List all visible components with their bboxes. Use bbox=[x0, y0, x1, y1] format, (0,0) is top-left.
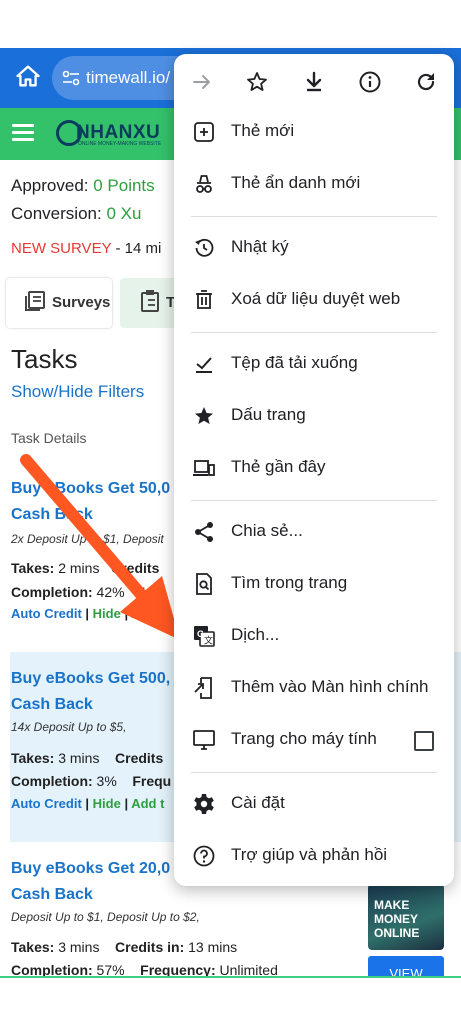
recent-tabs-icon bbox=[193, 460, 215, 476]
menu-item-desktop-site[interactable]: Trang cho máy tính bbox=[174, 716, 454, 764]
menu-item-translate[interactable]: G文 Dịch... bbox=[174, 612, 454, 660]
task-title[interactable]: Buy eBooks Get 50,0 bbox=[11, 480, 170, 498]
desktop-icon bbox=[193, 730, 215, 750]
help-icon bbox=[193, 845, 215, 867]
home-icon[interactable] bbox=[14, 62, 42, 90]
site-settings-icon[interactable] bbox=[62, 70, 80, 86]
translate-icon: G文 bbox=[194, 626, 215, 647]
site-logo[interactable]: NHANXU ONLINE MONEY-MAKING WEBSITE bbox=[56, 120, 176, 150]
svg-text:G: G bbox=[197, 629, 204, 639]
new-survey-row[interactable]: NEW SURVEY - 14 mi bbox=[11, 240, 161, 257]
task-details-header: Task Details bbox=[11, 430, 87, 446]
task-completion: Completion: 42% Fre bbox=[11, 584, 159, 600]
menu-item-help[interactable]: Trợ giúp và phản hồi bbox=[174, 832, 454, 880]
tasks-heading: Tasks bbox=[11, 344, 78, 374]
menu-item-new-tab[interactable]: Thẻ mới bbox=[174, 108, 454, 156]
bookmark-star-icon[interactable] bbox=[245, 70, 269, 94]
task-thumbnail[interactable]: MAKE MONEY ONLINE bbox=[368, 884, 444, 950]
task-subtitle: 2x Deposit Up to $1, Deposit bbox=[11, 532, 164, 546]
forward-arrow-icon[interactable] bbox=[190, 70, 214, 94]
desktop-site-checkbox[interactable] bbox=[414, 731, 434, 751]
task-actions[interactable]: Auto Credit | Hide | Add t bbox=[11, 796, 164, 811]
history-icon bbox=[195, 238, 214, 257]
menu-item-share[interactable]: Chia sẻ... bbox=[174, 508, 454, 556]
svg-text:文: 文 bbox=[204, 635, 213, 646]
menu-item-recent-tabs[interactable]: Thẻ gần đây bbox=[174, 444, 454, 492]
bottom-area bbox=[0, 978, 461, 1024]
task-title[interactable]: Buy eBooks Get 500, bbox=[11, 670, 170, 688]
menu-separator bbox=[191, 500, 437, 501]
task-title-line2[interactable]: Cash Back bbox=[11, 506, 93, 524]
share-icon bbox=[195, 522, 213, 542]
show-hide-filters-link[interactable]: Show/Hide Filters bbox=[11, 382, 144, 402]
menu-item-find-in-page[interactable]: Tìm trong trang bbox=[174, 560, 454, 608]
info-icon[interactable] bbox=[358, 70, 382, 94]
task-takes: Takes: 3 mins Credits in: 13 mins bbox=[11, 939, 238, 955]
menu-separator bbox=[191, 772, 437, 773]
refresh-icon[interactable] bbox=[414, 70, 438, 94]
task-completion: Completion: 3% Frequ bbox=[11, 773, 172, 789]
trash-icon bbox=[196, 290, 212, 309]
conversion-row: Conversion: 0 Xu bbox=[11, 204, 142, 223]
find-in-page-icon bbox=[196, 573, 212, 595]
hamburger-menu-icon[interactable] bbox=[12, 124, 34, 142]
task-takes: Takes: 3 mins Credits bbox=[11, 750, 164, 766]
task-takes: Takes: 2 mins Credits bbox=[11, 560, 160, 576]
add-to-home-icon bbox=[194, 677, 212, 699]
menu-separator bbox=[191, 216, 437, 217]
menu-item-downloads[interactable]: Tệp đã tải xuống bbox=[174, 340, 454, 388]
task-actions[interactable]: Auto Credit | Hide | A bbox=[11, 606, 141, 621]
incognito-icon bbox=[196, 175, 212, 193]
task-subtitle: 14x Deposit Up to $5, bbox=[11, 720, 127, 734]
menu-item-add-to-home[interactable]: Thêm vào Màn hình chính bbox=[174, 664, 454, 712]
clipboard-icon bbox=[141, 290, 159, 312]
task-title-line2[interactable]: Cash Back bbox=[11, 886, 93, 904]
bookmarks-star-icon bbox=[195, 407, 213, 424]
menu-item-history[interactable]: Nhật ký bbox=[174, 224, 454, 272]
task-subtitle: Deposit Up to $1, Deposit Up to $2, bbox=[11, 910, 200, 924]
task-title-line2[interactable]: Cash Back bbox=[11, 696, 93, 714]
url-text[interactable]: timewall.io/ bbox=[86, 68, 170, 88]
surveys-list-icon bbox=[25, 291, 45, 311]
menu-item-bookmarks[interactable]: Dấu trang bbox=[174, 392, 454, 440]
status-bar-area bbox=[0, 0, 461, 48]
menu-separator bbox=[191, 332, 437, 333]
approved-row: Approved: 0 Points bbox=[11, 176, 155, 195]
menu-item-incognito[interactable]: Thẻ ẩn danh mới bbox=[174, 160, 454, 208]
menu-item-settings[interactable]: Cài đặt bbox=[174, 780, 454, 828]
settings-gear-icon bbox=[194, 794, 214, 814]
task-title[interactable]: Buy eBooks Get 20,0 bbox=[11, 860, 170, 878]
menu-item-clear-data[interactable]: Xoá dữ liệu duyệt web bbox=[174, 276, 454, 324]
downloads-icon bbox=[196, 357, 212, 373]
tab-surveys-label: Surveys bbox=[52, 294, 111, 311]
new-tab-icon bbox=[194, 122, 214, 142]
download-icon[interactable] bbox=[302, 70, 326, 94]
